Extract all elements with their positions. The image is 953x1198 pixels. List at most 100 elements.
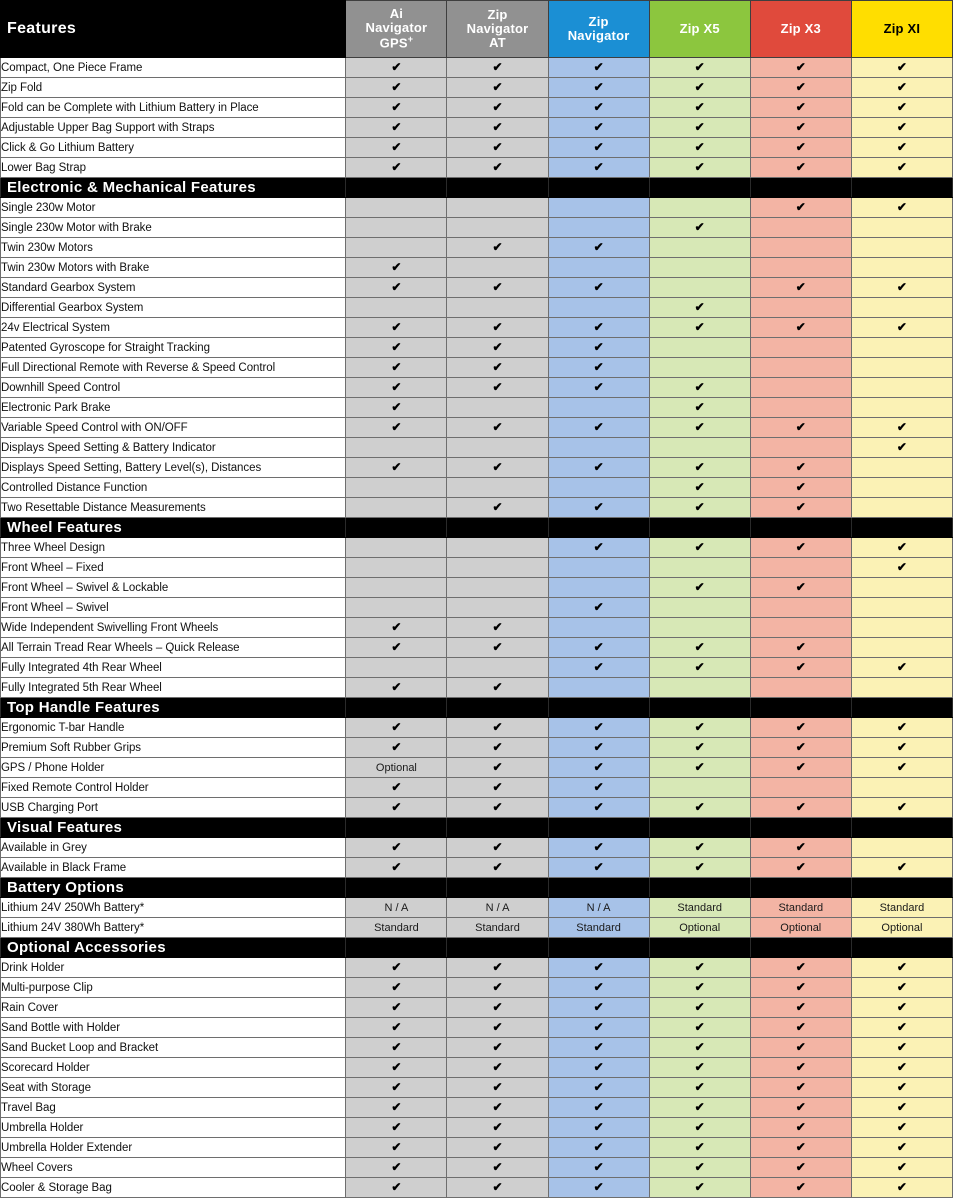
cell-value-text: Standard	[677, 901, 723, 914]
feature-cell: ✔	[446, 637, 549, 658]
feature-cell	[850, 217, 953, 238]
feature-cell	[446, 577, 549, 598]
cell-value-text: Standard	[374, 921, 419, 934]
table-row: Multi-purpose Clip ✔ ✔ ✔ ✔ ✔ ✔	[0, 977, 953, 998]
feature-cell: ✔	[850, 1097, 953, 1118]
table-row: Scorecard Holder ✔ ✔ ✔ ✔ ✔ ✔	[0, 1057, 953, 1078]
section-header-filler	[648, 697, 751, 718]
feature-cell: ✔	[547, 97, 650, 118]
feature-cell	[648, 237, 751, 258]
check-icon: ✔	[492, 340, 503, 354]
feature-cell: ✔	[850, 1137, 953, 1158]
feature-cell: ✔	[547, 1137, 650, 1158]
feature-cell	[345, 537, 448, 558]
check-icon: ✔	[492, 1100, 503, 1114]
feature-cell	[446, 217, 549, 238]
feature-cell: ✔	[345, 797, 448, 818]
feature-cell: ✔	[345, 137, 448, 158]
section-header-filler	[345, 177, 448, 198]
check-icon: ✔	[391, 420, 402, 434]
feature-cell	[648, 277, 751, 298]
feature-cell	[547, 297, 650, 318]
feature-cell	[850, 257, 953, 278]
feature-cell: ✔	[345, 397, 448, 418]
feature-cell	[850, 357, 953, 378]
feature-cell: ✔	[850, 857, 953, 878]
feature-label: Cooler & Storage Bag	[0, 1177, 347, 1198]
cell-value-text: N / A	[586, 901, 611, 914]
feature-cell: ✔	[345, 357, 448, 378]
feature-label: Wide Independent Swivelling Front Wheels	[0, 617, 347, 638]
section-header-filler	[648, 517, 751, 538]
feature-cell: ✔	[547, 1017, 650, 1038]
feature-label: Scorecard Holder	[0, 1057, 347, 1078]
feature-cell: ✔	[547, 657, 650, 678]
check-icon: ✔	[391, 380, 402, 394]
feature-cell: ✔	[850, 417, 953, 438]
feature-cell: ✔	[345, 737, 448, 758]
feature-cell	[648, 197, 751, 218]
section-header-filler	[345, 877, 448, 898]
feature-cell	[749, 217, 852, 238]
check-icon: ✔	[391, 1140, 402, 1154]
feature-label: Displays Speed Setting, Battery Level(s)…	[0, 457, 347, 478]
feature-cell	[648, 777, 751, 798]
check-icon: ✔	[795, 320, 806, 334]
check-icon: ✔	[391, 620, 402, 634]
feature-cell: ✔	[648, 1017, 751, 1038]
check-icon: ✔	[795, 960, 806, 974]
feature-cell	[850, 837, 953, 858]
feature-cell: ✔	[648, 977, 751, 998]
check-icon: ✔	[896, 1180, 907, 1194]
section-header-row: Optional Accessories	[0, 937, 953, 958]
feature-label: Umbrella Holder	[0, 1117, 347, 1138]
check-icon: ✔	[694, 300, 705, 314]
check-icon: ✔	[391, 980, 402, 994]
check-icon: ✔	[896, 1140, 907, 1154]
section-title: Battery Options	[0, 877, 347, 898]
feature-cell: ✔	[648, 1117, 751, 1138]
table-row: Twin 230w Motors ✔ ✔	[0, 237, 953, 258]
feature-label: Available in Black Frame	[0, 857, 347, 878]
check-icon: ✔	[795, 860, 806, 874]
section-header-filler	[749, 817, 852, 838]
feature-cell: ✔	[547, 1037, 650, 1058]
feature-label: Downhill Speed Control	[0, 377, 347, 398]
feature-cell: Standard	[345, 917, 448, 938]
feature-cell: ✔	[648, 1157, 751, 1178]
feature-cell: ✔	[648, 497, 751, 518]
feature-label: Displays Speed Setting & Battery Indicat…	[0, 437, 347, 458]
feature-cell	[446, 557, 549, 578]
cell-value-text: N / A	[485, 901, 510, 914]
feature-cell: ✔	[547, 957, 650, 978]
check-icon: ✔	[896, 440, 907, 454]
table-row: Compact, One Piece Frame ✔ ✔ ✔ ✔ ✔ ✔	[0, 57, 953, 78]
header-row: Features Ai Navigator GPS+ Zip Navigator AT …	[0, 0, 953, 58]
check-icon: ✔	[896, 1120, 907, 1134]
check-icon: ✔	[694, 580, 705, 594]
check-icon: ✔	[694, 660, 705, 674]
feature-cell: ✔	[850, 277, 953, 298]
check-icon: ✔	[795, 1100, 806, 1114]
feature-cell: ✔	[749, 1097, 852, 1118]
feature-cell	[345, 657, 448, 678]
feature-cell: ✔	[850, 137, 953, 158]
table-row: Lithium 24V 250Wh Battery* N / A N / A N / …	[0, 897, 953, 918]
check-icon: ✔	[795, 1180, 806, 1194]
table-row: Adjustable Upper Bag Support with Straps…	[0, 117, 953, 138]
check-icon: ✔	[391, 740, 402, 754]
feature-cell: ✔	[345, 1177, 448, 1198]
feature-cell: ✔	[446, 337, 549, 358]
check-icon: ✔	[391, 280, 402, 294]
table-row: All Terrain Tread Rear Wheels – Quick Re…	[0, 637, 953, 658]
feature-cell: ✔	[850, 1117, 953, 1138]
check-icon: ✔	[492, 760, 503, 774]
feature-cell: ✔	[648, 117, 751, 138]
feature-cell	[850, 477, 953, 498]
feature-label: Single 230w Motor with Brake	[0, 217, 347, 238]
table-row: Premium Soft Rubber Grips ✔ ✔ ✔ ✔ ✔ ✔	[0, 737, 953, 758]
check-icon: ✔	[593, 1180, 604, 1194]
feature-cell	[547, 397, 650, 418]
check-icon: ✔	[492, 360, 503, 374]
feature-cell	[547, 197, 650, 218]
